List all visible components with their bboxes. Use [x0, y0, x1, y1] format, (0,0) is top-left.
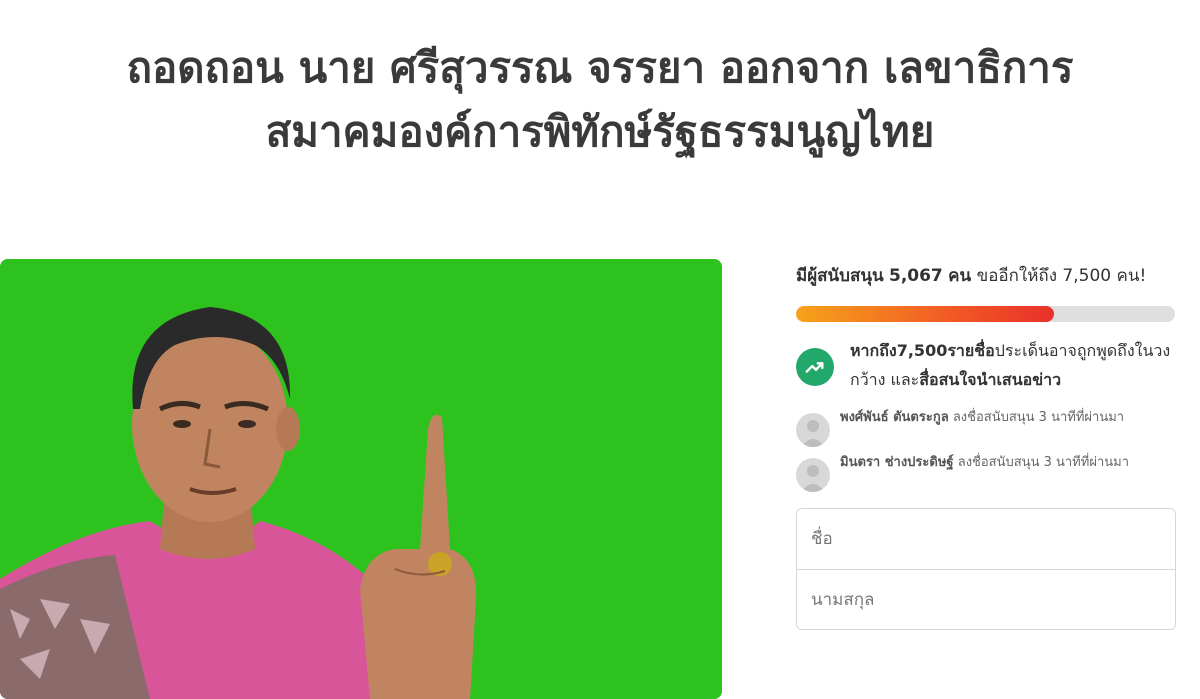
- petition-title-line-1: ถอดถอน นาย ศรีสุวรรณ จรรยา ออกจาก เลขาธิ…: [126, 43, 1074, 92]
- signature-progress-bar: [796, 306, 1175, 322]
- supporter-count-text: มีผู้สนับสนุน 5,067 คน ขออีกให้ถึง 7,500…: [796, 260, 1176, 292]
- signer-text: พงศ์พันธ์ ตันตระกูล ลงชื่อสนับสนุน 3 นาท…: [840, 408, 1124, 428]
- recent-signers-list: พงศ์พันธ์ ตันตระกูล ลงชื่อสนับสนุน 3 นาท…: [796, 408, 1176, 492]
- signature-progress-fill: [796, 306, 1054, 322]
- last-name-field[interactable]: [797, 569, 1175, 629]
- petition-title: ถอดถอน นาย ศรีสุวรรณ จรรยา ออกจาก เลขาธิ…: [0, 36, 1200, 164]
- goal-text: หากถึง7,500รายชื่อประเด็นอาจถูกพูดถึงในว…: [850, 336, 1176, 394]
- petition-photo: [0, 259, 722, 699]
- goal-text-bold-1: หากถึง7,500รายชื่อ: [850, 341, 995, 360]
- supporter-unit: คน: [948, 266, 972, 286]
- signer-name: พงศ์พันธ์ ตันตระกูล: [840, 410, 949, 425]
- goal-text-bold-2: สื่อสนใจนำเสนอข่าว: [919, 370, 1062, 389]
- supporter-prefix: มีผู้สนับสนุน: [796, 266, 884, 286]
- supporter-count: 5,067: [888, 266, 943, 286]
- signature-form: [796, 508, 1176, 630]
- first-name-field[interactable]: [797, 509, 1175, 569]
- avatar: [796, 458, 830, 492]
- signer-name: มินตรา ช่างประดิษฐ์: [840, 455, 954, 470]
- list-item: พงศ์พันธ์ ตันตระกูล ลงชื่อสนับสนุน 3 นาท…: [796, 408, 1176, 447]
- petition-title-line-2: สมาคมองค์การพิทักษ์รัฐธรรมนูญไทย: [265, 107, 935, 156]
- trending-up-icon: [796, 348, 834, 386]
- signer-action: ลงชื่อสนับสนุน 3 นาทีที่ผ่านมา: [952, 410, 1125, 425]
- signer-text: มินตรา ช่างประดิษฐ์ ลงชื่อสนับสนุน 3 นาท…: [840, 453, 1129, 473]
- list-item: มินตรา ช่างประดิษฐ์ ลงชื่อสนับสนุน 3 นาท…: [796, 453, 1176, 492]
- signature-panel: มีผู้สนับสนุน 5,067 คน ขออีกให้ถึง 7,500…: [796, 260, 1176, 630]
- signer-action: ลงชื่อสนับสนุน 3 นาทีที่ผ่านมา: [957, 455, 1129, 470]
- avatar: [796, 413, 830, 447]
- goal-callout: หากถึง7,500รายชื่อประเด็นอาจถูกพูดถึงในว…: [796, 336, 1176, 394]
- supporter-goal-text: ขออีกให้ถึง 7,500 คน!: [976, 266, 1147, 286]
